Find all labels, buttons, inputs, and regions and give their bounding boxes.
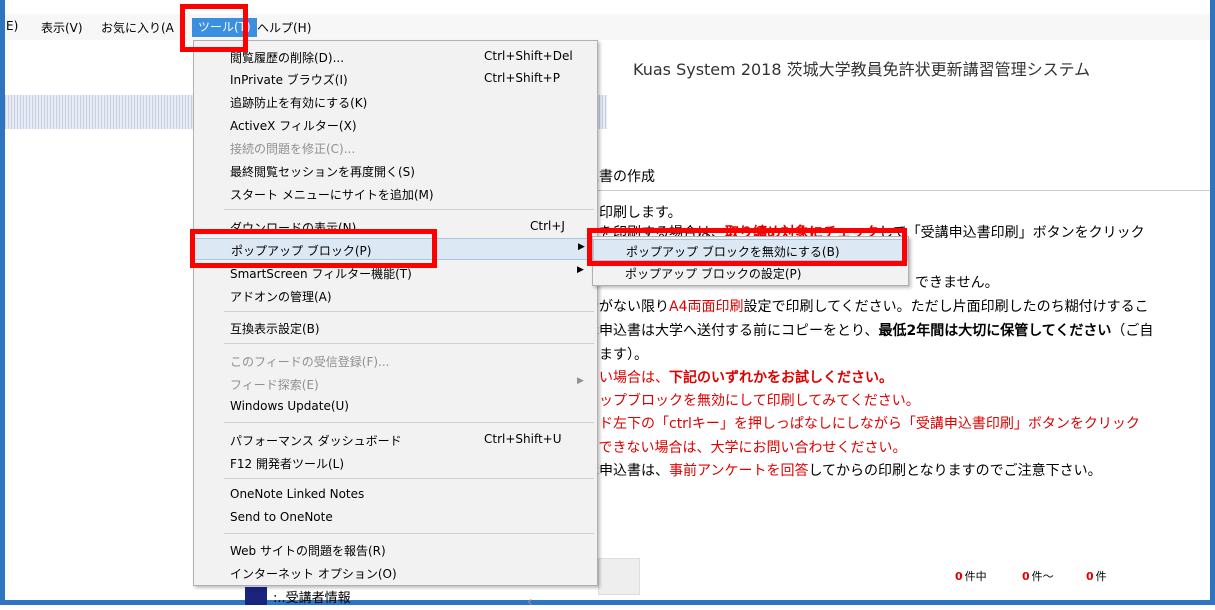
highlight-box-disable-popup <box>587 228 907 266</box>
menu-separator <box>224 478 594 479</box>
menu-item-report-site-problem[interactable]: Web サイトの問題を報告(R) <box>194 539 597 561</box>
instruction-line: 講申込書は大学へ送付する前にコピーをとり、最低2年間は大切に保管してください（ご… <box>585 323 1154 339</box>
nav-square-icon <box>245 587 267 605</box>
instruction-line: ない場合は、下記のいずれかをお試しください。 <box>585 370 893 386</box>
menu-item-manage-addons[interactable]: アドオンの管理(A) <box>194 285 597 307</box>
chevron-left-icon[interactable]: ‹ <box>527 594 533 610</box>
divider <box>585 190 1210 191</box>
tools-menu: 閲覧履歴の削除(D)... Ctrl+Shift+Del InPrivate ブラ… <box>193 40 598 586</box>
menu-item-internet-options[interactable]: インターネット オプション(O) <box>194 562 597 584</box>
menu-item-tracking-protection[interactable]: 追跡防止を有効にする(K) <box>194 91 597 113</box>
menu-edit[interactable]: E) <box>6 19 18 33</box>
record-count: 0件 <box>1086 570 1107 583</box>
menu-view[interactable]: 表示(V) <box>41 19 83 36</box>
nav-item-student-info[interactable]: :..受講者情報 <box>245 583 525 606</box>
menu-item-onenote-linked[interactable]: OneNote Linked Notes <box>194 484 597 506</box>
menu-item-feed-discovery: フィード探索(E) ▶ <box>230 376 584 392</box>
menu-separator <box>224 533 594 534</box>
highlight-box-tools <box>180 4 248 52</box>
instruction-line: ード左下の「ctrlキー」を押しっぱなしにしながら「受講申込書印刷」ボタンをクリ… <box>585 416 1140 432</box>
menu-item-f12-devtools[interactable]: F12 開発者ツール(L) <box>194 452 597 474</box>
menu-separator <box>224 422 594 423</box>
instruction-line: もできない場合は、大学にお問い合わせください。 <box>585 440 907 456</box>
highlight-box-popup-blocker <box>190 229 437 268</box>
record-count: 0 件中 <box>955 570 987 583</box>
menu-item-activex-filter[interactable]: ActiveX フィルター(X) <box>194 114 597 136</box>
menu-item-add-to-start[interactable]: スタート メニューにサイトを追加(M) <box>194 183 597 205</box>
menu-separator <box>224 343 594 344</box>
menu-item-delete-history[interactable]: 閲覧履歴の削除(D)... Ctrl+Shift+Del <box>194 46 597 68</box>
menu-separator <box>224 209 594 210</box>
print-button[interactable] <box>598 558 640 595</box>
instruction-line: 情がない限りA4両面印刷設定で印刷してください。ただし片面印刷したのち糊付けする… <box>585 299 1149 315</box>
submenu-arrow-icon: ▶ <box>577 265 584 275</box>
menu-item-windows-update[interactable]: Windows Update(U) <box>194 396 597 418</box>
menu-item-subscribe-feed: このフィードの受信登録(F)... <box>230 355 390 369</box>
instruction-line: 講申込書は、事前アンケートを回答してからの印刷となりますのでご注意下さい。 <box>585 463 1102 479</box>
menu-help[interactable]: ヘルプ(H) <box>257 19 311 36</box>
menu-item-compat-view[interactable]: 互換表示設定(B) <box>194 317 597 339</box>
record-count: 0 件〜 <box>1022 570 1054 583</box>
menu-item-send-to-onenote[interactable]: Send to OneNote <box>194 507 597 529</box>
menu-item-performance-dashboard[interactable]: パフォーマンス ダッシュボード Ctrl+Shift+U <box>194 429 597 451</box>
menu-item-reopen-session[interactable]: 最終閲覧セッションを再度開く(S) <box>194 160 597 182</box>
menu-favorites[interactable]: お気に入り(A <box>101 19 174 36</box>
menu-separator <box>224 311 594 312</box>
menu-item-fix-connection: 接続の問題を修正(C)... <box>230 142 356 156</box>
submenu-arrow-icon: ▶ <box>578 242 585 252</box>
instruction-line: を印刷します。 <box>585 205 682 221</box>
submenu-arrow-icon: ▶ <box>577 376 584 386</box>
instruction-line: アップブロックを無効にして印刷してみてください。 <box>585 393 920 409</box>
instruction-line: できません。 <box>915 275 999 291</box>
decorative-stripe <box>5 95 1210 129</box>
menu-item-inprivate[interactable]: InPrivate ブラウズ(I) Ctrl+Shift+P <box>194 68 597 90</box>
nav-label: :..受講者情報 <box>273 591 351 606</box>
app-title: Kuas System 2018 茨城大学教員免許状更新講習管理システム <box>633 60 1091 79</box>
